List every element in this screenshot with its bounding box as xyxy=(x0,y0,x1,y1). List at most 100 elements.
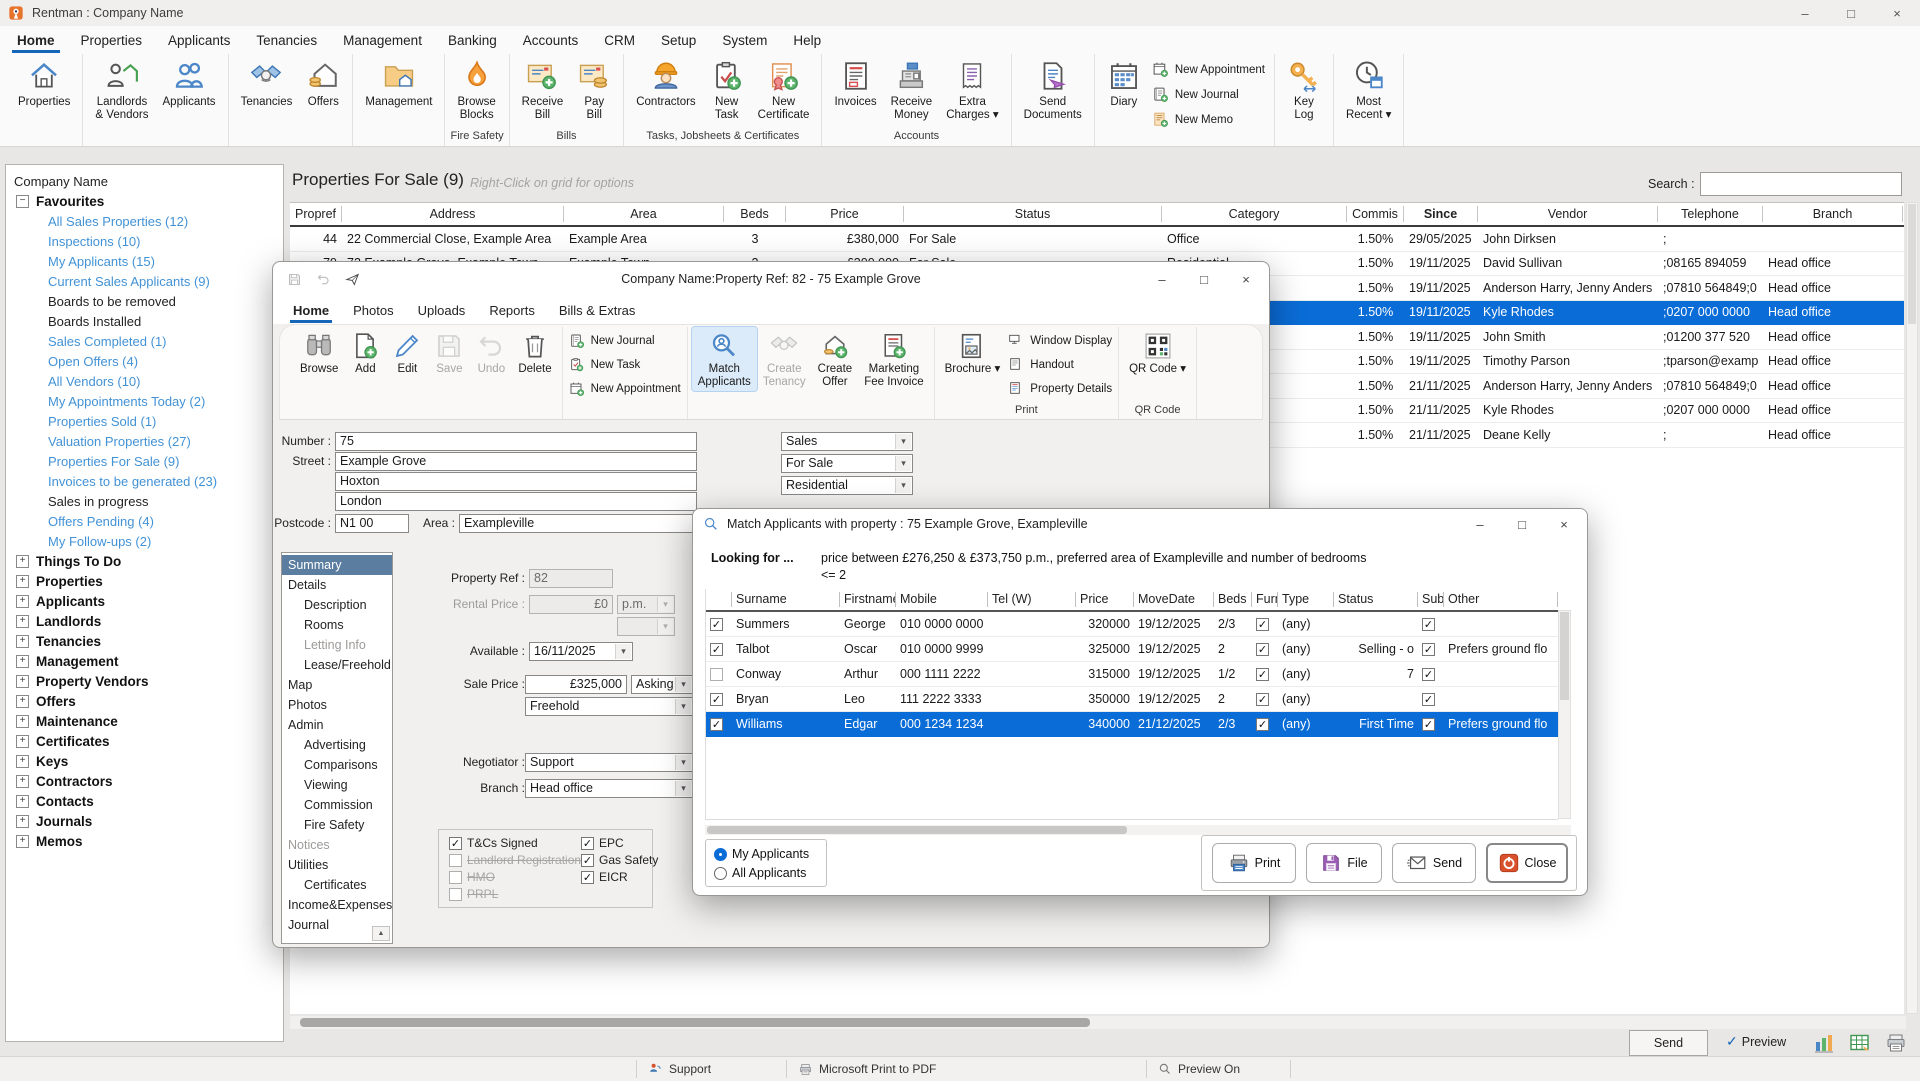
ribbon-button-receive-money[interactable]: ReceiveMoney xyxy=(884,55,940,123)
dialog-button-edit[interactable]: Edit xyxy=(386,327,428,378)
sidebar-section-tenancies[interactable]: +Tenancies xyxy=(6,631,283,651)
checkbox-icon[interactable]: ✓ xyxy=(1422,668,1435,681)
nav-item-income-expenses[interactable]: Income&Expenses xyxy=(282,895,392,915)
menu-crm[interactable]: CRM xyxy=(591,26,648,54)
column-header-furnis[interactable]: Furnis xyxy=(1252,592,1278,607)
negotiator-select[interactable]: Support▾ xyxy=(525,753,693,772)
table-row[interactable]: 4422 Commercial Close, Example AreaExamp… xyxy=(290,227,1904,252)
checkbox-icon[interactable]: ✓ xyxy=(710,668,723,681)
sidebar-section-landlords[interactable]: +Landlords xyxy=(6,611,283,631)
sidebar-item-all-vendors-10[interactable]: All Vendors (10) xyxy=(6,371,283,391)
column-header-other[interactable]: Other xyxy=(1444,592,1558,607)
dialog-button-new-journal[interactable]: New Journal xyxy=(569,329,681,353)
ribbon-button-send-documents[interactable]: SendDocuments xyxy=(1017,55,1089,123)
preview-toggle[interactable]: ✓ Preview xyxy=(1726,1033,1786,1050)
nav-item-notices[interactable]: Notices xyxy=(282,835,392,855)
column-header-subsc[interactable]: Subsc xyxy=(1418,592,1444,607)
ribbon-button-properties[interactable]: Properties xyxy=(11,55,77,110)
sidebar-item-current-sales-applicants-9[interactable]: Current Sales Applicants (9) xyxy=(6,271,283,291)
nav-item-description[interactable]: Description xyxy=(282,595,392,615)
dialog-button-new-appointment[interactable]: New Appointment xyxy=(569,377,681,401)
ribbon-button-extra-charges[interactable]: ExtraCharges ▾ xyxy=(939,55,1005,123)
applicant-row[interactable]: ✓WilliamsEdgar000 1234 123434000021/12/2… xyxy=(706,712,1558,737)
dialog-button-browse[interactable]: Browse xyxy=(294,327,344,378)
available-date-select[interactable]: 16/11/2025▾ xyxy=(529,642,633,661)
column-header-movedate[interactable]: MoveDate xyxy=(1134,592,1214,607)
tree-expand-icon[interactable]: + xyxy=(16,795,29,808)
checkbox-icon[interactable]: ✓ xyxy=(1422,718,1435,731)
sidebar-section-contractors[interactable]: +Contractors xyxy=(6,771,283,791)
statusbar-printer[interactable]: Microsoft Print to PDF xyxy=(798,1057,936,1081)
column-header-category[interactable]: Category xyxy=(1162,206,1347,222)
dialog-button-brochure[interactable]: Brochure ▾ xyxy=(939,327,1007,378)
nav-item-photos[interactable]: Photos xyxy=(282,695,392,715)
sidebar-item-my-appointments-today-2[interactable]: My Appointments Today (2) xyxy=(6,391,283,411)
tab-bills-extras[interactable]: Bills & Extras xyxy=(547,296,648,324)
ribbon-button-landlords-vendors[interactable]: Landlords& Vendors xyxy=(88,55,155,123)
checkbox-icon[interactable]: ✓ xyxy=(1256,693,1269,706)
postcode-field[interactable]: N1 00 xyxy=(335,514,409,533)
tree-collapse-icon[interactable]: − xyxy=(16,195,29,208)
menu-setup[interactable]: Setup xyxy=(648,26,709,54)
sidebar-section-memos[interactable]: +Memos xyxy=(6,831,283,851)
nav-item-advertising[interactable]: Advertising xyxy=(282,735,392,755)
sidebar-section-offers[interactable]: +Offers xyxy=(6,691,283,711)
checkbox-eicr[interactable]: ✓EICR xyxy=(581,870,628,884)
nav-item-commission[interactable]: Commission xyxy=(282,795,392,815)
sidebar-item-boards-installed[interactable]: Boards Installed xyxy=(6,311,283,331)
print-button[interactable]: Print xyxy=(1212,843,1296,883)
nav-item-certificates[interactable]: Certificates xyxy=(282,875,392,895)
sidebar-section-maintenance[interactable]: +Maintenance xyxy=(6,711,283,731)
column-header-telephone[interactable]: Telephone xyxy=(1658,206,1763,222)
nav-item-admin[interactable]: Admin xyxy=(282,715,392,735)
street-field-3[interactable]: London xyxy=(335,492,697,511)
tree-expand-icon[interactable]: + xyxy=(16,755,29,768)
price-type-select[interactable]: Asking▾ xyxy=(631,675,693,694)
ribbon-button-new-journal[interactable]: New Journal xyxy=(1152,82,1265,107)
tree-expand-icon[interactable]: + xyxy=(16,835,29,848)
send-icon[interactable] xyxy=(345,272,360,287)
menu-home[interactable]: Home xyxy=(4,26,68,54)
maximize-button[interactable]: □ xyxy=(1183,262,1225,296)
checkbox-icon[interactable]: ✓ xyxy=(710,643,723,656)
number-field[interactable]: 75 xyxy=(335,432,697,451)
scrollbar-thumb[interactable] xyxy=(1908,204,1916,324)
ribbon-button-most-recent[interactable]: MostRecent ▾ xyxy=(1339,55,1398,123)
nav-item-rooms[interactable]: Rooms xyxy=(282,615,392,635)
checkbox-icon[interactable]: ✓ xyxy=(1256,668,1269,681)
nav-item-fire-safety[interactable]: Fire Safety xyxy=(282,815,392,835)
checkbox-icon[interactable]: ✓ xyxy=(1256,643,1269,656)
tree-expand-icon[interactable]: + xyxy=(16,655,29,668)
column-header-propref[interactable]: Propref xyxy=(290,206,342,222)
menu-properties[interactable]: Properties xyxy=(68,26,156,54)
close-button[interactable]: Close xyxy=(1486,843,1568,883)
sidebar-item-offers-pending-4[interactable]: Offers Pending (4) xyxy=(6,511,283,531)
export-grid-icon[interactable] xyxy=(1848,1031,1872,1055)
column-header-firstname[interactable]: Firstname xyxy=(840,592,896,607)
status-select[interactable]: For Sale▾ xyxy=(781,454,913,473)
maximize-button[interactable]: □ xyxy=(1501,509,1543,539)
applicants-vertical-scrollbar[interactable] xyxy=(1558,610,1571,819)
nav-item-lease-freehold[interactable]: Lease/Freehold xyxy=(282,655,392,675)
dialog-button-window-display[interactable]: Window Display xyxy=(1008,329,1112,353)
tree-expand-icon[interactable]: + xyxy=(16,675,29,688)
scrollbar-thumb[interactable] xyxy=(300,1018,1090,1027)
checkbox-t-cs-signed[interactable]: ✓T&Cs Signed xyxy=(449,836,538,850)
undo-icon[interactable] xyxy=(316,272,331,287)
scroll-up-icon[interactable]: ▲ xyxy=(372,926,390,941)
tab-uploads[interactable]: Uploads xyxy=(406,296,478,324)
ribbon-button-diary[interactable]: Diary xyxy=(1100,55,1148,110)
menu-system[interactable]: System xyxy=(709,26,780,54)
maximize-button[interactable]: □ xyxy=(1828,0,1874,26)
menu-management[interactable]: Management xyxy=(330,26,435,54)
sidebar-item-my-follow-ups-2[interactable]: My Follow-ups (2) xyxy=(6,531,283,551)
checkbox-icon[interactable]: ✓ xyxy=(710,693,723,706)
tree-expand-icon[interactable]: + xyxy=(16,595,29,608)
sidebar-section-journals[interactable]: +Journals xyxy=(6,811,283,831)
menu-accounts[interactable]: Accounts xyxy=(510,26,592,54)
sidebar-item-invoices-to-be-generated-23[interactable]: Invoices to be generated (23) xyxy=(6,471,283,491)
column-header-status[interactable]: Status xyxy=(1334,592,1418,607)
category-select[interactable]: Residential▾ xyxy=(781,476,913,495)
sidebar-section-contacts[interactable]: +Contacts xyxy=(6,791,283,811)
tab-photos[interactable]: Photos xyxy=(341,296,405,324)
